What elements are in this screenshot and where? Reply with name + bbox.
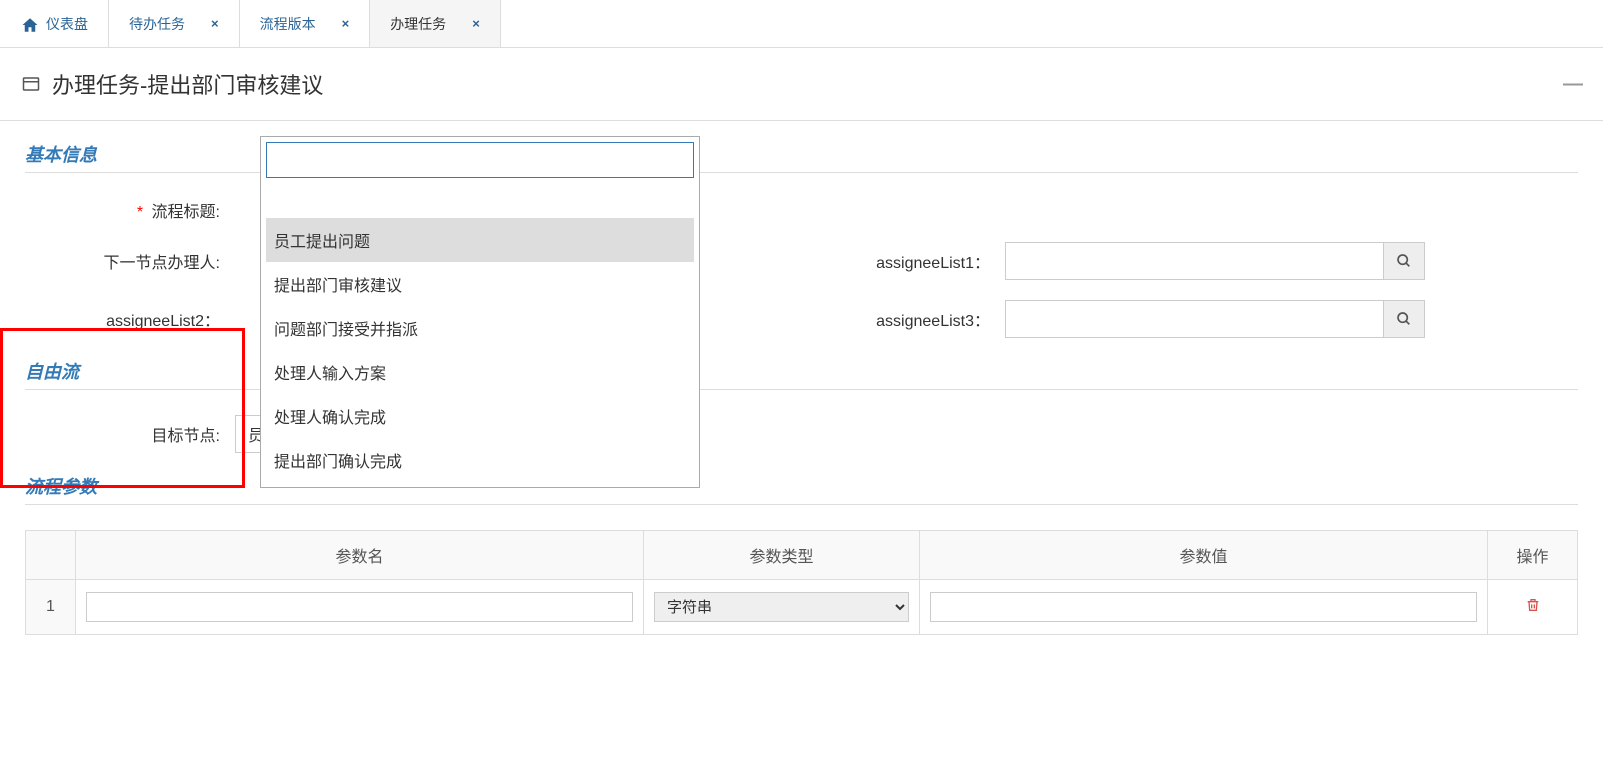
tab-pending-label: 待办任务 bbox=[129, 14, 185, 34]
row-next-handler: 下一节点办理人: assigneeList1： bbox=[25, 242, 1578, 280]
close-icon[interactable]: × bbox=[472, 16, 480, 31]
cell-op bbox=[1488, 580, 1578, 635]
th-value: 参数值 bbox=[920, 531, 1488, 580]
dropdown-option[interactable]: 提出部门确认完成 bbox=[266, 438, 694, 482]
param-value-input[interactable] bbox=[930, 592, 1477, 622]
close-icon[interactable]: × bbox=[211, 16, 219, 31]
th-op: 操作 bbox=[1488, 531, 1578, 580]
th-name: 参数名 bbox=[76, 531, 644, 580]
search-icon bbox=[1396, 311, 1412, 327]
row-assignee23: assigneeList2： assigneeList3： bbox=[25, 300, 1578, 338]
tab-dashboard[interactable]: 仪表盘 bbox=[0, 0, 109, 47]
tab-version[interactable]: 流程版本 × bbox=[240, 0, 371, 47]
page-title: 办理任务-提出部门审核建议 bbox=[52, 68, 323, 100]
assignee3-input[interactable] bbox=[1005, 300, 1383, 338]
assignee1-search-button[interactable] bbox=[1383, 242, 1425, 280]
input-group-assignee3 bbox=[1005, 300, 1425, 338]
row-process-title: * 流程标题: bbox=[25, 198, 1578, 222]
tab-handle[interactable]: 办理任务 × bbox=[370, 0, 501, 47]
label-assignee1: assigneeList1： bbox=[665, 249, 1005, 273]
dropdown-option[interactable]: 处理人输入方案 bbox=[266, 350, 694, 394]
tab-handle-label: 办理任务 bbox=[390, 14, 446, 34]
dropdown-search-input[interactable] bbox=[266, 142, 694, 178]
cell-value bbox=[920, 580, 1488, 635]
highlight-annotation bbox=[0, 328, 245, 488]
param-table: 参数名 参数类型 参数值 操作 1 字符串 bbox=[25, 530, 1578, 635]
row-target-node: 目标节点: 员工提出问题 ▲ bbox=[25, 415, 1578, 453]
section-params: 流程参数 参数名 参数类型 参数值 操作 1 bbox=[25, 473, 1578, 635]
label-process-title: * 流程标题: bbox=[25, 198, 235, 222]
input-group-assignee1 bbox=[1005, 242, 1425, 280]
section-freeflow: 自由流 目标节点: 员工提出问题 ▲ bbox=[25, 358, 1578, 453]
tab-version-label: 流程版本 bbox=[260, 14, 316, 34]
label-assignee3: assigneeList3： bbox=[665, 307, 1005, 331]
assignee1-input[interactable] bbox=[1005, 242, 1383, 280]
content: 基本信息 员工提出问题 提出部门审核建议 问题部门接受并指派 处理人输入方案 处… bbox=[0, 121, 1603, 655]
label-target-node: 目标节点: bbox=[25, 422, 235, 446]
tab-dashboard-label: 仪表盘 bbox=[46, 14, 88, 34]
close-icon[interactable]: × bbox=[342, 16, 350, 31]
window-icon bbox=[20, 75, 42, 93]
dropdown-search bbox=[261, 137, 699, 183]
col-assignee1: assigneeList1： bbox=[665, 242, 1425, 280]
cell-rownum: 1 bbox=[26, 580, 76, 635]
cell-name bbox=[76, 580, 644, 635]
section-title-freeflow: 自由流 bbox=[25, 358, 1578, 390]
table-row: 1 字符串 bbox=[26, 580, 1578, 635]
assignee3-search-button[interactable] bbox=[1383, 300, 1425, 338]
search-icon bbox=[1396, 253, 1412, 269]
home-icon bbox=[20, 16, 38, 32]
section-title-basic: 基本信息 bbox=[25, 141, 1578, 173]
section-title-params: 流程参数 bbox=[25, 473, 1578, 505]
dropdown-spacer bbox=[261, 183, 699, 213]
param-name-input[interactable] bbox=[86, 592, 633, 622]
required-mark: * bbox=[137, 204, 143, 221]
dropdown-option[interactable]: 问题部门接受并指派 bbox=[266, 306, 694, 350]
page-header: 办理任务-提出部门审核建议 — bbox=[0, 48, 1603, 121]
trash-icon[interactable] bbox=[1525, 600, 1541, 617]
dropdown-option[interactable]: 提出部门审核建议 bbox=[266, 262, 694, 306]
cell-type: 字符串 bbox=[643, 580, 919, 635]
minimize-button[interactable]: — bbox=[1563, 73, 1583, 96]
dropdown-option[interactable]: 处理人确认完成 bbox=[266, 394, 694, 438]
dropdown-options-list[interactable]: 员工提出问题 提出部门审核建议 问题部门接受并指派 处理人输入方案 处理人确认完… bbox=[261, 213, 699, 487]
section-basic: 基本信息 员工提出问题 提出部门审核建议 问题部门接受并指派 处理人输入方案 处… bbox=[25, 141, 1578, 338]
page-header-left: 办理任务-提出部门审核建议 bbox=[20, 68, 323, 100]
tab-pending[interactable]: 待办任务 × bbox=[109, 0, 240, 47]
th-type: 参数类型 bbox=[643, 531, 919, 580]
label-process-title-text: 流程标题: bbox=[152, 204, 220, 221]
label-assignee2: assigneeList2： bbox=[25, 307, 235, 331]
dropdown-container: 员工提出问题 提出部门审核建议 问题部门接受并指派 处理人输入方案 处理人确认完… bbox=[260, 136, 700, 488]
label-next-handler: 下一节点办理人: bbox=[25, 249, 235, 273]
param-type-select[interactable]: 字符串 bbox=[654, 592, 909, 622]
th-rownum bbox=[26, 531, 76, 580]
dropdown-option[interactable]: 员工提出问题 bbox=[266, 218, 694, 262]
top-tabs: 仪表盘 待办任务 × 流程版本 × 办理任务 × bbox=[0, 0, 1603, 48]
col-assignee3: assigneeList3： bbox=[665, 300, 1425, 338]
